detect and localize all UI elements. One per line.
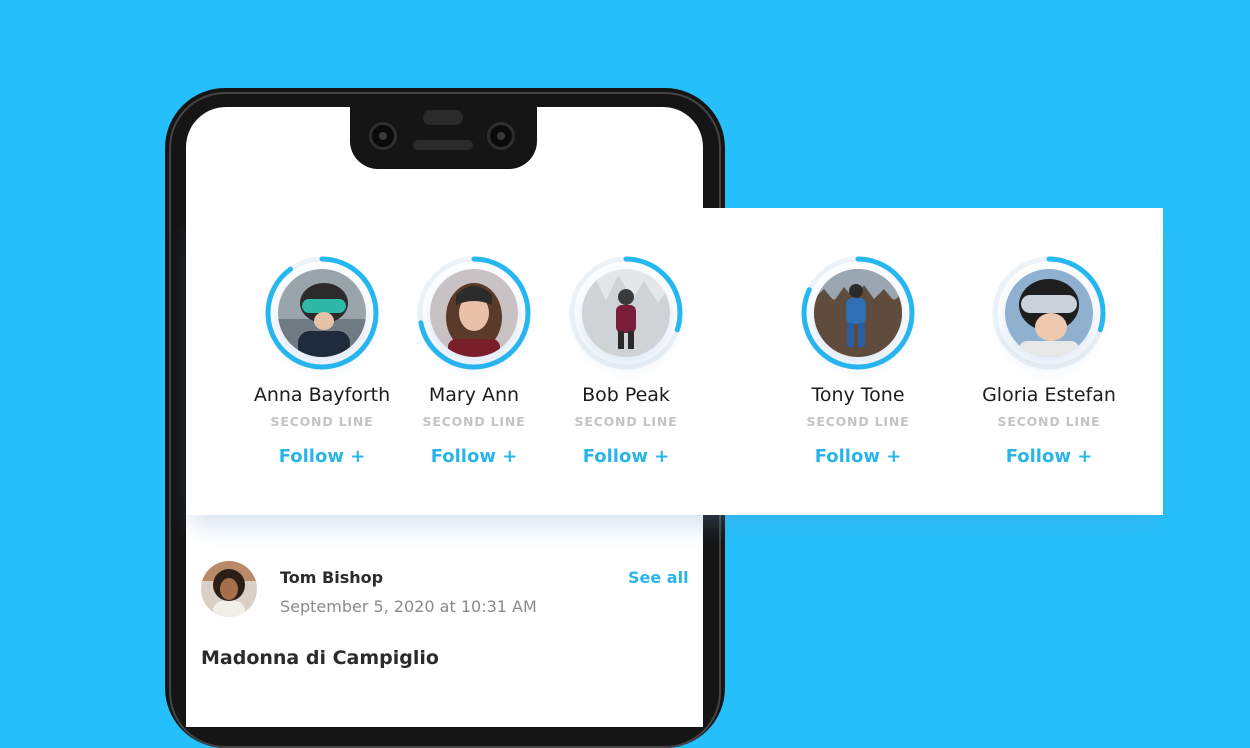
avatar-progress[interactable] (990, 254, 1108, 372)
post-author-avatar[interactable] (201, 561, 257, 617)
front-camera-right-icon (487, 122, 515, 150)
person-card: Anna Bayforth SECOND LINE Follow + (242, 254, 402, 467)
post-author-name[interactable]: Tom Bishop (280, 568, 383, 587)
follow-button[interactable]: Follow + (242, 446, 402, 467)
person-subtitle: SECOND LINE (574, 414, 678, 429)
speaker-grille (413, 140, 473, 150)
avatar (814, 269, 902, 357)
person-subtitle: SECOND LINE (997, 414, 1101, 429)
follow-button[interactable]: Follow + (969, 446, 1129, 467)
avatar (1005, 269, 1093, 357)
avatar-progress[interactable] (567, 254, 685, 372)
person-name: Mary Ann (428, 384, 520, 406)
avatar-progress[interactable] (263, 254, 381, 372)
avatar (278, 269, 366, 357)
person-name: Anna Bayforth (253, 384, 391, 406)
person-subtitle: SECOND LINE (422, 414, 526, 429)
post-date: September 5, 2020 at 10:31 AM (280, 597, 537, 616)
suggested-people-card: Anna Bayforth SECOND LINE Follow + Mary … (186, 208, 1163, 515)
front-camera-left-icon (369, 122, 397, 150)
earpiece-top (423, 110, 463, 125)
person-card: Mary Ann SECOND LINE Follow + (394, 254, 554, 467)
person-subtitle: SECOND LINE (806, 414, 910, 429)
person-card: Bob Peak SECOND LINE Follow + (546, 254, 706, 467)
avatar-progress[interactable] (415, 254, 533, 372)
follow-button[interactable]: Follow + (394, 446, 554, 467)
person-name: Tony Tone (811, 384, 905, 406)
person-subtitle: SECOND LINE (270, 414, 374, 429)
person-card: Gloria Estefan SECOND LINE Follow + (969, 254, 1129, 467)
follow-button[interactable]: Follow + (546, 446, 706, 467)
person-name: Gloria Estefan (982, 384, 1116, 406)
person-card: Tony Tone SECOND LINE Follow + (778, 254, 938, 467)
see-all-link[interactable]: See all (628, 568, 689, 587)
post-title: Madonna di Campiglio (201, 647, 439, 669)
person-name: Bob Peak (582, 384, 670, 406)
avatar (430, 269, 518, 357)
avatar (582, 269, 670, 357)
follow-button[interactable]: Follow + (778, 446, 938, 467)
avatar-progress[interactable] (799, 254, 917, 372)
